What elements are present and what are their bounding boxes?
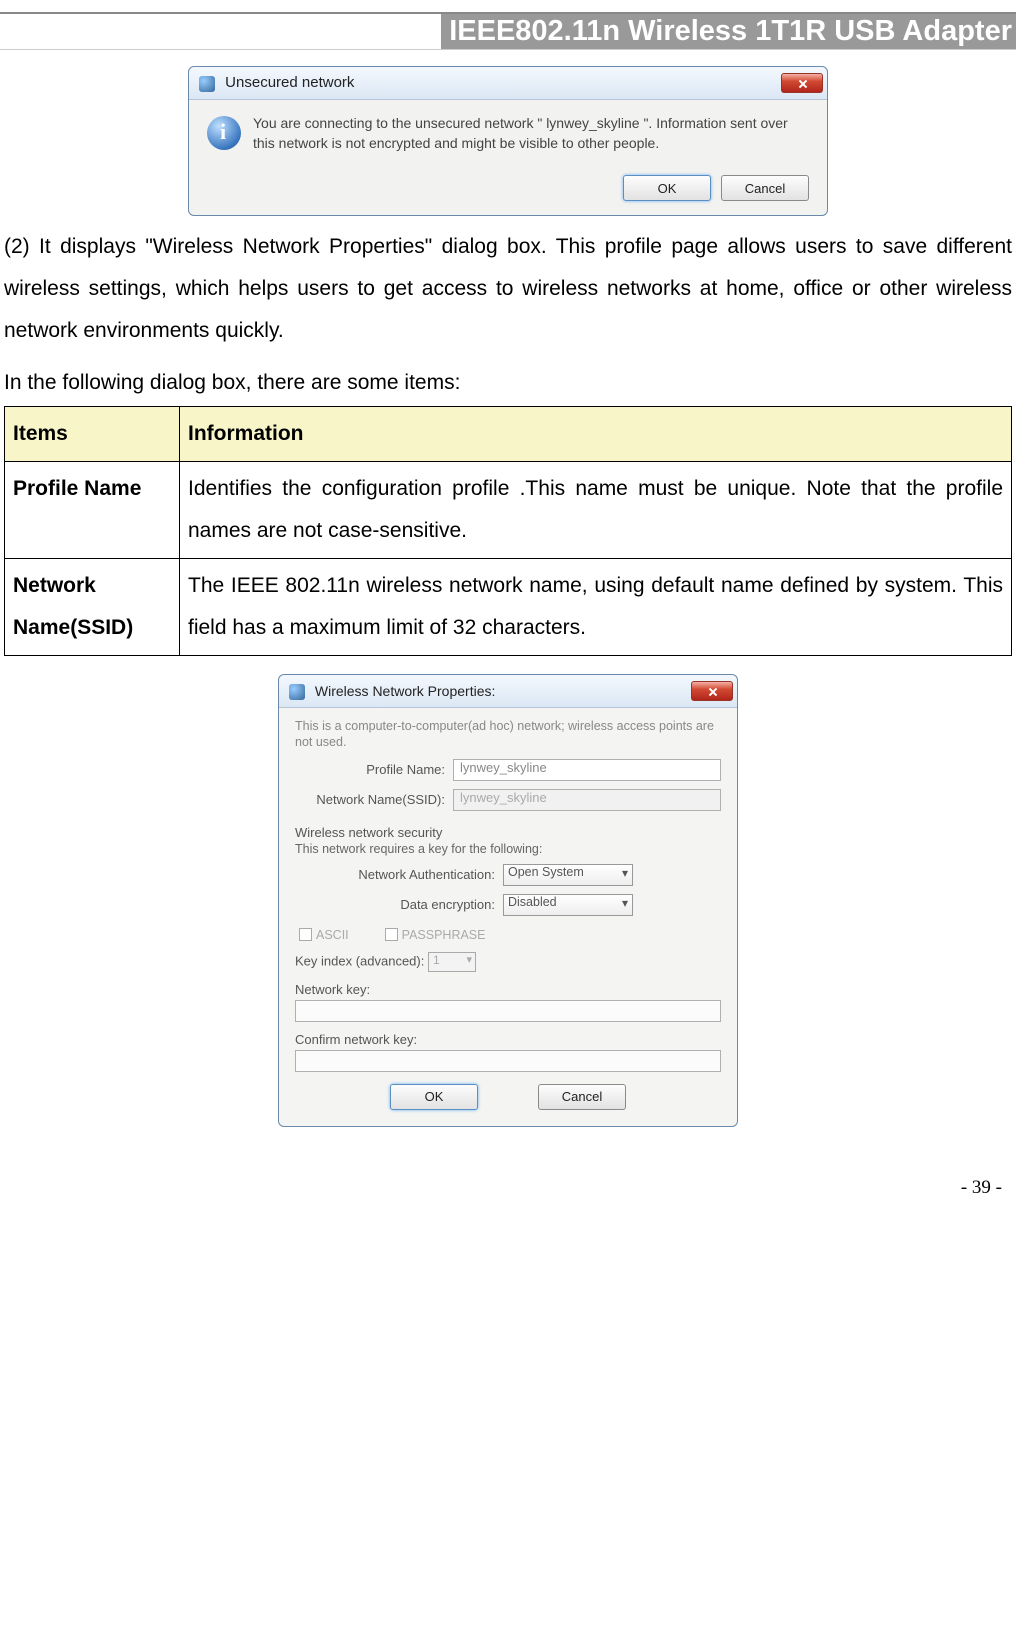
adhoc-note: This is a computer-to-computer(ad hoc) n… bbox=[295, 718, 721, 751]
table-row: Network Name(SSID) The IEEE 802.11n wire… bbox=[5, 559, 1012, 656]
items-table: Items Information Profile Name Identifie… bbox=[4, 406, 1012, 656]
ascii-checkbox: ASCII bbox=[299, 928, 349, 942]
dialog2-title: Wireless Network Properties: bbox=[315, 683, 496, 699]
paragraph-2: In the following dialog box, there are s… bbox=[4, 362, 1012, 404]
page-header: IEEE802.11n Wireless 1T1R USB Adapter bbox=[0, 12, 1016, 50]
confirmkey-input bbox=[295, 1050, 721, 1072]
ssid-label: Network Name(SSID): bbox=[295, 792, 445, 807]
encryption-label: Data encryption: bbox=[295, 897, 495, 912]
dialog2-titlebar: Wireless Network Properties: bbox=[279, 675, 737, 708]
dialog2-figure: Wireless Network Properties: This is a c… bbox=[0, 674, 1016, 1127]
th-items: Items bbox=[5, 407, 180, 462]
ascii-label: ASCII bbox=[316, 928, 349, 942]
cell-info: The IEEE 802.11n wireless network name, … bbox=[180, 559, 1012, 656]
security-header: Wireless network security bbox=[295, 825, 721, 840]
checkbox-icon bbox=[385, 928, 398, 941]
profile-name-input[interactable]: lynwey_skyline bbox=[453, 759, 721, 781]
app-icon bbox=[199, 76, 215, 92]
checkbox-icon bbox=[299, 928, 312, 941]
confirmkey-label: Confirm network key: bbox=[295, 1032, 721, 1047]
passphrase-label: PASSPHRASE bbox=[402, 928, 486, 942]
security-note: This network requires a key for the foll… bbox=[295, 842, 721, 856]
auth-select[interactable]: Open System bbox=[503, 864, 633, 886]
profile-name-label: Profile Name: bbox=[295, 762, 445, 777]
dialog1-message: You are connecting to the unsecured netw… bbox=[253, 114, 809, 153]
ok-button[interactable]: OK bbox=[623, 175, 711, 201]
ok-button[interactable]: OK bbox=[390, 1084, 478, 1110]
cell-info: Identifies the configuration profile .Th… bbox=[180, 462, 1012, 559]
dialog1-title: Unsecured network bbox=[225, 74, 354, 91]
page-header-title: IEEE802.11n Wireless 1T1R USB Adapter bbox=[441, 14, 1016, 49]
keyindex-label: Key index (advanced): 1 bbox=[295, 952, 721, 972]
ssid-input: lynwey_skyline bbox=[453, 789, 721, 811]
table-row: Profile Name Identifies the configuratio… bbox=[5, 462, 1012, 559]
dialog1-figure: Unsecured network You are connecting to … bbox=[0, 66, 1016, 216]
auth-label: Network Authentication: bbox=[295, 867, 495, 882]
keyindex-select: 1 bbox=[428, 952, 476, 972]
page-number: - 39 - bbox=[0, 1177, 1002, 1199]
cell-item: Profile Name bbox=[5, 462, 180, 559]
cancel-button[interactable]: Cancel bbox=[538, 1084, 626, 1110]
encryption-select[interactable]: Disabled bbox=[503, 894, 633, 916]
close-icon[interactable] bbox=[781, 73, 823, 93]
th-information: Information bbox=[180, 407, 1012, 462]
close-icon[interactable] bbox=[691, 681, 733, 701]
cancel-button[interactable]: Cancel bbox=[721, 175, 809, 201]
passphrase-checkbox: PASSPHRASE bbox=[385, 928, 486, 942]
dialog1-titlebar: Unsecured network bbox=[189, 67, 827, 100]
cell-item: Network Name(SSID) bbox=[5, 559, 180, 656]
info-icon bbox=[207, 116, 241, 150]
networkkey-label: Network key: bbox=[295, 982, 721, 997]
app-icon bbox=[289, 684, 305, 700]
paragraph-1: (2) It displays "Wireless Network Proper… bbox=[4, 226, 1012, 352]
networkkey-input bbox=[295, 1000, 721, 1022]
